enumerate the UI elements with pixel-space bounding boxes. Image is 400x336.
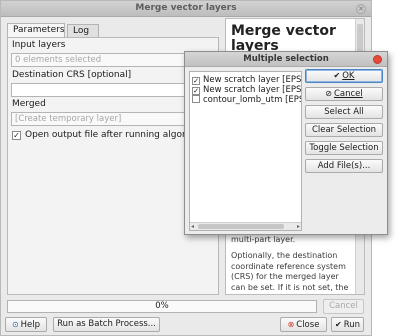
cancel-button[interactable]: Cancel bbox=[323, 299, 364, 314]
help-title: Merge vector layers bbox=[231, 23, 336, 54]
clear-selection-button[interactable]: Clear Selection bbox=[305, 123, 383, 137]
help-icon: ⊙ bbox=[11, 320, 19, 329]
add-files-button[interactable]: Add File(s)... bbox=[305, 159, 383, 173]
close-button-label: Close bbox=[296, 320, 320, 330]
dialog-title: Multiple selection bbox=[243, 54, 329, 64]
merged-label: Merged bbox=[12, 99, 46, 109]
scroll-left-icon[interactable]: ◂ bbox=[191, 223, 194, 230]
help-paragraph-2: Optionally, the destination coordinate r… bbox=[231, 251, 349, 292]
progress-bar: 0% bbox=[7, 300, 317, 313]
list-item[interactable]: ✓ New scratch layer [EPSG bbox=[192, 75, 302, 85]
help-paragraph-1: multi-part layer. bbox=[231, 235, 296, 244]
layer-list: ✓ New scratch layer [EPSG ✓ New scratch la… bbox=[189, 71, 302, 231]
checkmark-icon: ✔ bbox=[334, 320, 342, 329]
multiple-selection-dialog: Multiple selection ✓ New scratch layer [E… bbox=[184, 51, 388, 235]
list-item-label: New scratch layer [EPSG bbox=[203, 75, 302, 85]
dialog-close-icon[interactable] bbox=[373, 55, 382, 64]
list-item-checkbox[interactable]: ✓ bbox=[192, 77, 200, 85]
help-button-label: Help bbox=[20, 320, 41, 330]
dialog-cancel-button[interactable]: ⊘ Cancel bbox=[305, 87, 383, 101]
close-circle-icon: ⊗ bbox=[287, 320, 295, 329]
scroll-right-icon[interactable]: ▸ bbox=[297, 223, 300, 230]
list-item-label: contour_lomb_utm [EPS bbox=[203, 95, 302, 105]
open-output-checkbox[interactable]: ✓ bbox=[12, 131, 21, 140]
list-horizontal-scrollbar[interactable]: ◂ ▸ bbox=[190, 222, 301, 230]
select-all-button[interactable]: Select All bbox=[305, 105, 383, 119]
window-title: Merge vector layers bbox=[135, 3, 237, 13]
tab-parameters[interactable]: Parameters bbox=[7, 23, 65, 38]
list-item[interactable]: ✓ New scratch layer [EPSG bbox=[192, 85, 302, 95]
list-item-checkbox[interactable]: ✓ bbox=[192, 87, 200, 95]
dialog-cancel-button-label: Cancel bbox=[333, 89, 363, 99]
run-button[interactable]: ✔ Run bbox=[331, 317, 364, 332]
toggle-selection-button[interactable]: Toggle Selection bbox=[305, 141, 383, 155]
help-button[interactable]: ⊙ Help bbox=[5, 317, 47, 332]
list-item[interactable]: contour_lomb_utm [EPS bbox=[192, 95, 302, 105]
ok-button[interactable]: ✔ OK bbox=[305, 69, 383, 83]
run-as-batch-button[interactable]: Run as Batch Process... bbox=[53, 317, 160, 332]
cancel-circle-icon: ⊘ bbox=[325, 89, 332, 98]
input-layers-label: Input layers bbox=[12, 40, 66, 50]
window-close-icon[interactable]: ✕ bbox=[356, 4, 366, 14]
ok-button-label: OK bbox=[342, 71, 355, 81]
dialog-titlebar[interactable]: Multiple selection bbox=[185, 52, 387, 67]
tab-log[interactable]: Log bbox=[67, 24, 99, 38]
destination-crs-label: Destination CRS [optional] bbox=[12, 70, 132, 80]
close-button[interactable]: ⊗ Close bbox=[280, 317, 327, 332]
list-item-label: New scratch layer [EPSG bbox=[203, 85, 302, 95]
list-scrollbar-thumb[interactable] bbox=[198, 224, 284, 229]
open-output-label: Open output file after running algorithm bbox=[25, 130, 207, 140]
window-titlebar[interactable]: Merge vector layers ✕ bbox=[1, 1, 371, 17]
list-item-checkbox[interactable] bbox=[192, 95, 200, 103]
checkmark-icon: ✔ bbox=[333, 71, 341, 80]
run-button-label: Run bbox=[343, 320, 360, 330]
